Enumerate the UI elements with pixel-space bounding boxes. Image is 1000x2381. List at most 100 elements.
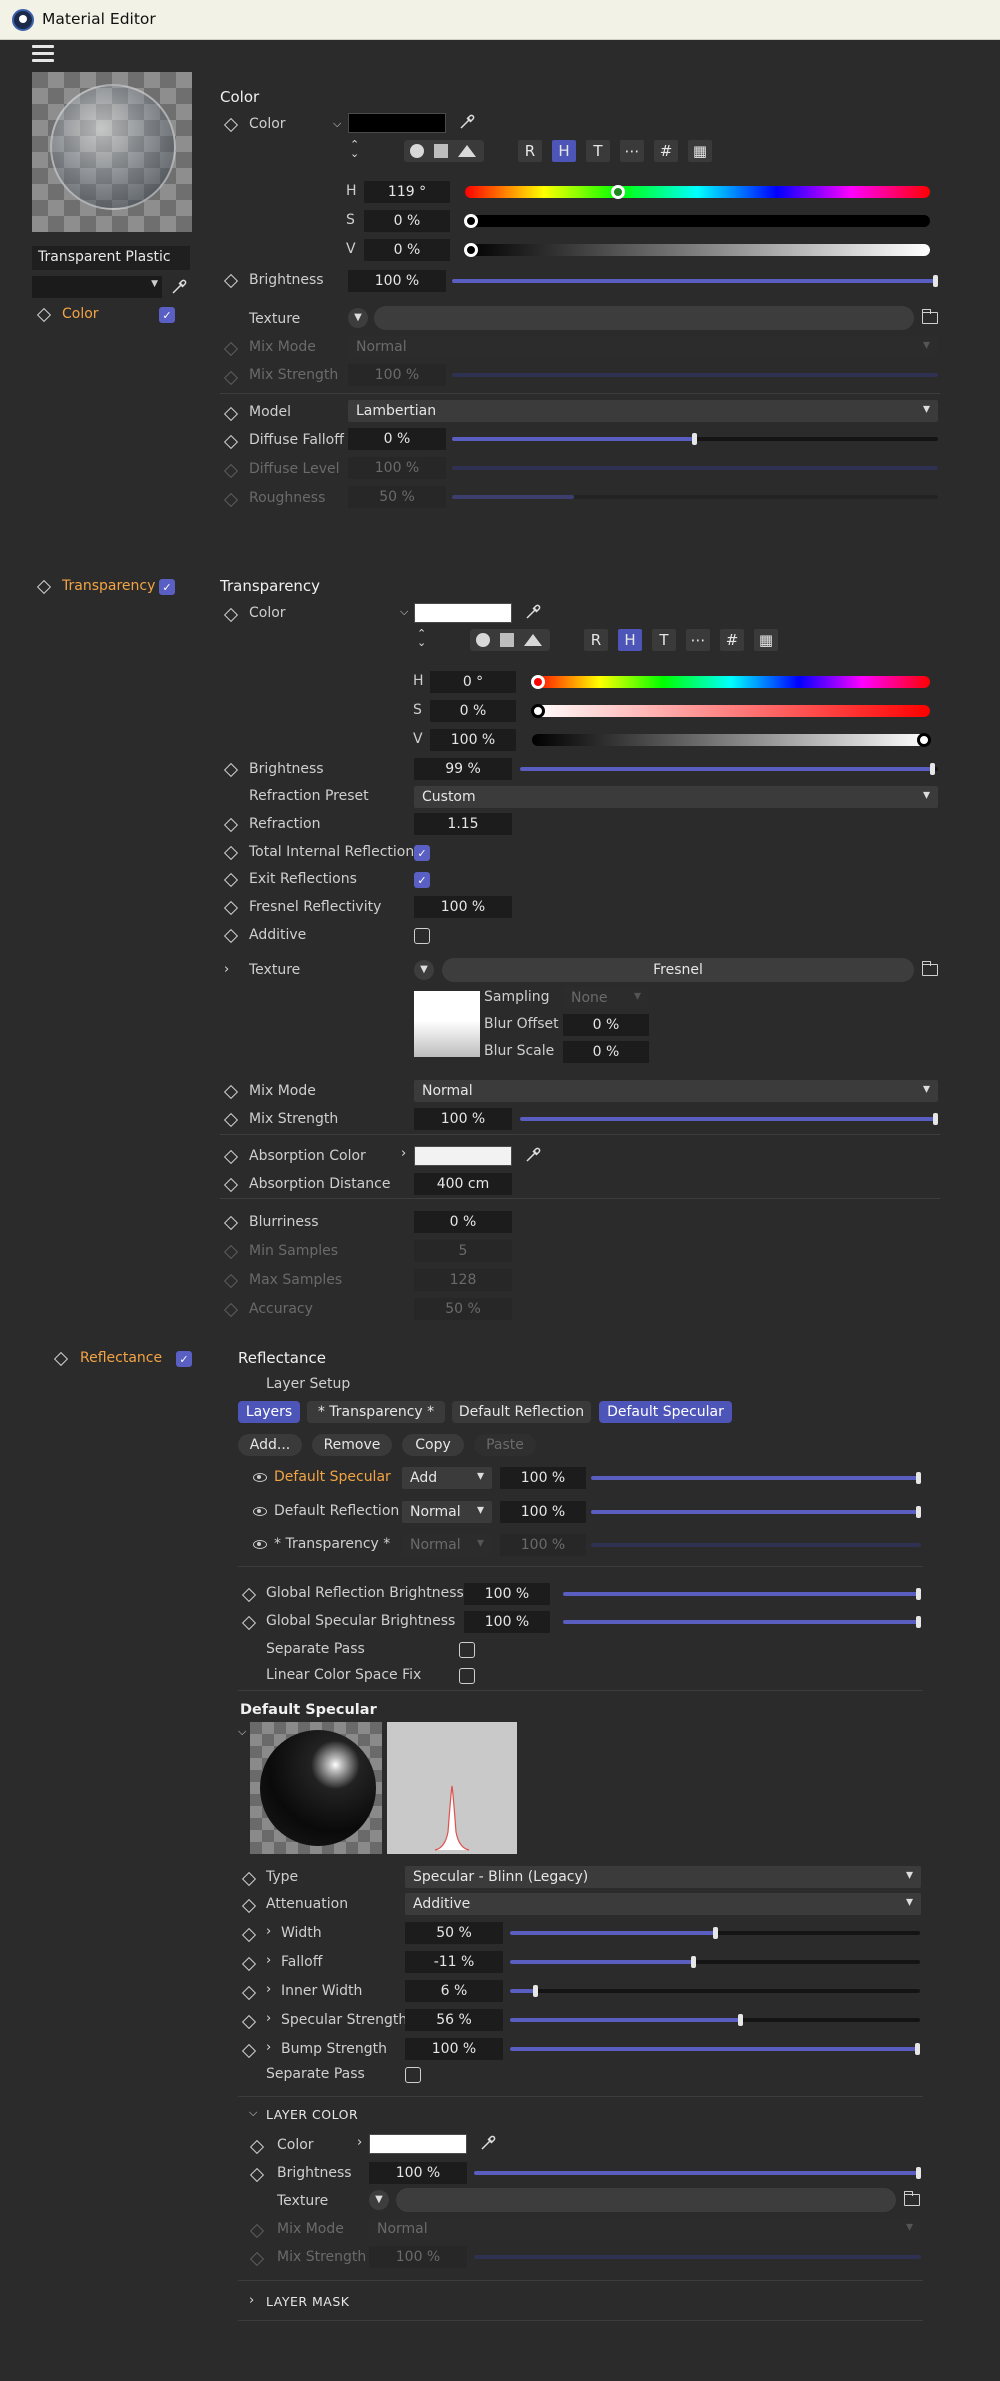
add-layer-button[interactable]: Add... [238,1434,302,1456]
eyedropper-icon[interactable] [524,603,542,621]
additive-checkbox[interactable] [414,928,430,944]
specular-preview[interactable] [250,1722,382,1854]
keyframe-icon[interactable] [223,872,239,888]
mode-swatches-button[interactable]: ▦ [688,140,712,162]
chevron-down-icon[interactable]: ⌵ [333,117,341,131]
layer-separate-pass-checkbox[interactable] [405,2067,421,2083]
value-slider[interactable] [464,243,930,257]
square-icon[interactable] [500,633,514,647]
blurriness-field[interactable]: 0 % [414,1211,512,1233]
mode-rgb-button[interactable]: R [584,629,608,651]
tr-saturation-slider[interactable] [531,704,930,718]
chevron-right-icon[interactable]: › [266,1982,271,1997]
saturation-knob[interactable] [531,704,545,718]
mode-hsv-button[interactable]: H [618,629,642,651]
brightness-field[interactable]: 100 % [348,270,446,292]
keyframe-icon[interactable] [241,1956,257,1972]
keyframe-icon[interactable] [223,1149,239,1165]
eye-icon[interactable] [253,1473,267,1482]
keyframe-icon[interactable] [241,1615,257,1631]
chevron-right-icon[interactable]: › [224,962,229,977]
picker-mode-group[interactable] [404,140,484,162]
mode-rgb-button[interactable]: R [518,140,542,162]
keyframe-icon[interactable] [223,607,239,623]
image-icon[interactable] [458,145,476,157]
tr-brightness-slider[interactable] [520,763,938,775]
refraction-field[interactable]: 1.15 [414,813,512,835]
tab-layers[interactable]: Layers [238,1401,300,1423]
tab-default-specular[interactable]: Default Specular [599,1401,732,1423]
width-field[interactable]: 50 % [405,1922,503,1944]
layer-color-heading[interactable]: LAYER COLOR [266,2107,358,2122]
collapse-icon[interactable]: ⌃ ⌄ [417,628,426,648]
specular-strength-slider[interactable] [510,2014,920,2026]
chevron-right-icon[interactable]: › [266,1924,271,1939]
hue-knob[interactable] [611,185,625,199]
hue-field[interactable]: 119 ° [364,181,450,203]
texture-menu-button[interactable]: ▼ [414,960,434,980]
keyframe-icon[interactable] [223,845,239,861]
channel-reflectance[interactable]: Reflectance [80,1350,162,1366]
layer-mask-heading[interactable]: LAYER MASK [266,2294,350,2309]
material-preview[interactable] [32,72,192,232]
lc-brightness-slider[interactable] [474,2167,921,2179]
menu-icon[interactable] [32,45,54,63]
tr-hue-field[interactable]: 0 ° [430,671,516,693]
remove-layer-button[interactable]: Remove [312,1434,392,1456]
layer-name[interactable]: * Transparency * [274,1536,390,1552]
chevron-right-icon[interactable]: › [357,2135,362,2150]
global-specular-field[interactable]: 100 % [464,1611,550,1633]
layer-value-field[interactable]: 100 % [500,1501,586,1523]
chevron-down-icon[interactable]: ⌵ [238,1725,246,1739]
wheel-icon[interactable] [410,144,424,158]
texture-slot[interactable] [396,2188,896,2212]
keyframe-icon[interactable] [241,2043,257,2059]
keyframe-icon[interactable] [223,817,239,833]
keyframe-icon[interactable] [241,1898,257,1914]
layer-value-field[interactable]: 100 % [500,1467,586,1489]
tr-hue-slider[interactable] [531,675,930,689]
channel-color-checkbox[interactable]: ✓ [159,307,175,323]
brightness-slider[interactable] [452,275,938,287]
mode-mixer-button[interactable]: ⋯ [686,629,710,651]
tr-mixmode-dropdown[interactable]: Normal [414,1080,938,1102]
chevron-right-icon[interactable]: › [266,2040,271,2055]
lc-color-swatch[interactable] [369,2134,467,2154]
mode-hex-button[interactable]: # [720,629,744,651]
chevron-right-icon[interactable]: › [249,2293,254,2308]
keyframe-icon[interactable] [223,1177,239,1193]
tr-color-swatch[interactable] [414,603,512,623]
tab-default-reflection[interactable]: Default Reflection [452,1401,591,1423]
chevron-right-icon[interactable]: › [266,1953,271,1968]
layer-name[interactable]: Default Specular [274,1469,391,1485]
eye-icon[interactable] [253,1540,267,1549]
texture-thumbnail[interactable] [414,991,480,1057]
value-knob[interactable] [464,243,478,257]
chevron-right-icon[interactable]: › [266,2011,271,2026]
folder-icon[interactable] [922,961,938,976]
tr-value-field[interactable]: 100 % [430,729,516,751]
keyframe-icon[interactable] [241,2014,257,2030]
layer-mode-dropdown[interactable]: Normal [402,1501,492,1523]
material-dropdown[interactable] [32,276,162,298]
saturation-slider[interactable] [464,214,930,228]
type-dropdown[interactable]: Specular - Blinn (Legacy) [405,1866,921,1888]
linear-fix-checkbox[interactable] [459,1668,475,1684]
specular-strength-field[interactable]: 56 % [405,2009,503,2031]
model-dropdown[interactable]: Lambertian [348,400,938,422]
mode-hex-button[interactable]: # [654,140,678,162]
hue-knob[interactable] [531,675,545,689]
folder-icon[interactable] [904,2191,920,2206]
diffuse-falloff-field[interactable]: 0 % [348,428,446,450]
keyframe-icon[interactable] [241,1871,257,1887]
falloff-field[interactable]: -11 % [405,1951,503,1973]
keyframe-icon[interactable] [249,2167,265,2183]
separate-pass-checkbox[interactable] [459,1642,475,1658]
mode-hsv-button[interactable]: H [552,140,576,162]
keyframe-icon[interactable] [223,1084,239,1100]
blur-offset-field[interactable]: 0 % [563,1014,649,1036]
channel-reflectance-checkbox[interactable]: ✓ [176,1351,192,1367]
diffuse-falloff-slider[interactable] [452,433,938,445]
channel-transparency[interactable]: Transparency [62,578,155,594]
hue-slider[interactable] [465,185,930,199]
